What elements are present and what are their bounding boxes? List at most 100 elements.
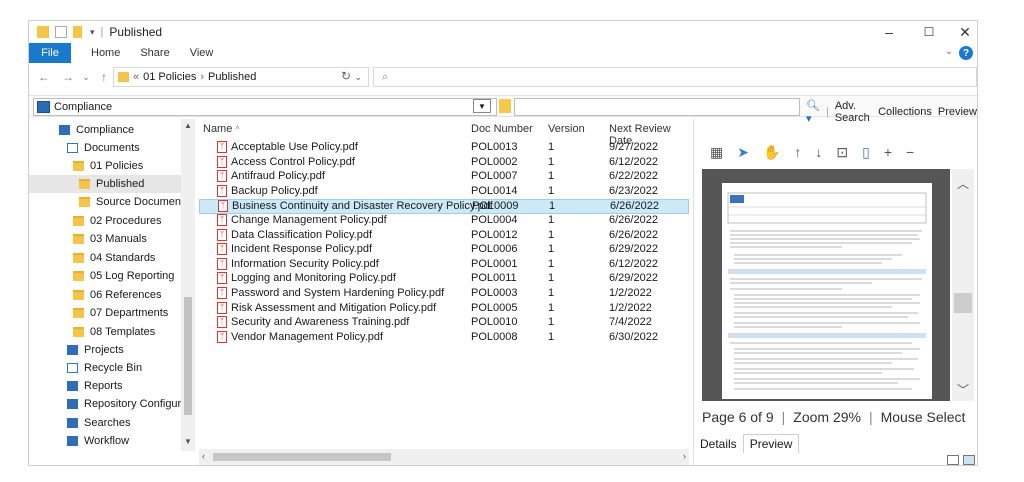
search-input[interactable]: ⌕: [373, 67, 977, 87]
tree-item-repository-configuration[interactable]: Repository Configuration: [29, 395, 195, 413]
window-title: Published: [109, 25, 163, 39]
tree-item-searches[interactable]: Searches: [29, 414, 181, 432]
document-preview[interactable]: [702, 169, 950, 401]
location-dropdown-button[interactable]: ▼: [473, 99, 491, 113]
scroll-down-icon[interactable]: ▼: [184, 437, 192, 446]
select-pointer-icon[interactable]: ➤: [737, 144, 749, 161]
preview-button[interactable]: Preview: [938, 106, 977, 118]
documents-icon: [67, 143, 78, 153]
tree-item-workflow[interactable]: Workflow: [29, 432, 181, 450]
tree-item-08-templates[interactable]: 08 Templates: [29, 323, 181, 341]
scrollbar-thumb[interactable]: [954, 293, 972, 313]
tree-item-reports[interactable]: Reports: [29, 377, 181, 395]
tree-item-recycle-bin[interactable]: Recycle Bin: [29, 359, 181, 377]
file-row[interactable]: ᛉ Vendor Management Policy.pdf POL0008 1 6/3…: [199, 330, 689, 346]
preview-scrollbar[interactable]: ︿ ﹀: [952, 169, 974, 401]
breadcrumb-chevron-icon: ›: [200, 71, 204, 83]
properties-icon[interactable]: [55, 26, 67, 38]
nav-pane-scrollbar[interactable]: ▲ ▼: [181, 119, 195, 451]
tree-item-06-references[interactable]: 06 References: [29, 286, 181, 304]
preview-pane: ▦ ➤ ✋ ↑ ↓ ⊡ ▯ + − ︿ ﹀ Page 6 of 9 | Zoom…: [693, 119, 977, 465]
up-icon[interactable]: ↑: [95, 70, 113, 84]
details-view-icon[interactable]: [947, 455, 959, 465]
explorer-window: ▾ | Published – ☐ ✕ File Home Share View…: [28, 20, 978, 466]
recent-locations-icon[interactable]: ⌄: [77, 72, 95, 83]
pan-hand-icon[interactable]: ✋: [763, 144, 780, 161]
scroll-up-icon[interactable]: ▲: [184, 121, 192, 130]
file-row[interactable]: ᛉ Data Classification Policy.pdf POL0012 1 6…: [199, 228, 689, 244]
repository-toolbar: Compliance ▼ 🔍︎▾ | Adv. Search Collectio…: [29, 95, 977, 125]
address-bar[interactable]: « 01 Policies › Published ⌄: [113, 67, 369, 87]
scroll-down-icon[interactable]: ﹀: [957, 381, 969, 398]
location-combo[interactable]: Compliance: [33, 98, 497, 116]
recycle-bin-icon: [67, 363, 78, 373]
tree-item-source-documents[interactable]: Source Documents: [29, 193, 190, 211]
file-row-selected[interactable]: ᛉ Business Continuity and Disaster Recove…: [199, 199, 689, 214]
tab-details[interactable]: Details: [694, 435, 743, 453]
refresh-icon[interactable]: ↻: [341, 69, 351, 83]
collections-button[interactable]: Collections: [878, 106, 932, 118]
tab-view[interactable]: View: [190, 47, 214, 59]
tab-home[interactable]: Home: [91, 47, 120, 59]
file-row[interactable]: ᛉ Change Management Policy.pdf POL0004 1 6/2…: [199, 214, 689, 229]
folder-icon: [118, 72, 129, 82]
breadcrumb-overflow[interactable]: «: [133, 71, 139, 83]
column-header-doc-number[interactable]: Doc Number: [471, 123, 533, 139]
file-row[interactable]: ᛉ Risk Assessment and Mitigation Policy.p…: [199, 301, 689, 317]
page-view-icon[interactable]: ▯: [862, 144, 870, 161]
file-row[interactable]: ᛉ Acceptable Use Policy.pdf POL0013 1 9/27/2…: [199, 141, 689, 156]
new-folder-icon[interactable]: [73, 26, 82, 38]
tree-item-03-manuals[interactable]: 03 Manuals: [29, 230, 181, 248]
scroll-up-icon[interactable]: ︿: [957, 175, 969, 192]
toolbar-divider: |: [825, 106, 829, 118]
column-header-name[interactable]: Name ^: [203, 123, 240, 139]
file-row[interactable]: ᛉ Access Control Policy.pdf POL0002 1 6/12/2…: [199, 155, 689, 171]
tree-item-02-procedures[interactable]: 02 Procedures: [29, 212, 181, 230]
tree-item-04-standards[interactable]: 04 Standards: [29, 249, 181, 267]
back-icon[interactable]: ←: [35, 70, 53, 84]
file-row[interactable]: ᛉ Backup Policy.pdf POL0014 1 6/23/2022: [199, 184, 689, 200]
filter-input[interactable]: [514, 98, 800, 116]
next-page-icon[interactable]: ↓: [815, 144, 822, 160]
zoom-in-icon[interactable]: +: [884, 144, 892, 160]
tree-item-projects[interactable]: Projects: [29, 341, 181, 359]
address-dropdown-icon[interactable]: ⌄: [354, 72, 362, 83]
file-row[interactable]: ᛉ Logging and Monitoring Policy.pdf POL001…: [199, 272, 689, 287]
large-icons-view-icon[interactable]: [963, 455, 975, 465]
tab-preview[interactable]: Preview: [742, 434, 800, 453]
tree-item-01-policies[interactable]: 01 Policies: [29, 157, 181, 175]
forward-icon[interactable]: →: [59, 70, 77, 84]
tree-item-07-departments[interactable]: 07 Departments: [29, 304, 181, 322]
tab-share[interactable]: Share: [140, 47, 169, 59]
tree-item-compliance[interactable]: Compliance: [29, 121, 181, 139]
file-row[interactable]: ᛉ Incident Response Policy.pdf POL0006 1 6/2…: [199, 243, 689, 258]
minimize-button[interactable]: –: [869, 21, 909, 43]
pdf-icon: ᛉ: [217, 155, 227, 168]
workflow-icon: [67, 436, 78, 446]
tree-item-documents[interactable]: Documents: [29, 139, 181, 157]
maximize-button[interactable]: ☐: [909, 21, 949, 43]
file-row[interactable]: ᛉ Information Security Policy.pdf POL0001 1…: [199, 257, 689, 273]
scrollbar-thumb[interactable]: [184, 297, 192, 415]
help-icon[interactable]: ?: [959, 46, 973, 60]
search-icon: ⌕: [382, 70, 389, 83]
tab-file[interactable]: File: [29, 43, 71, 63]
breadcrumb-published[interactable]: Published: [208, 71, 256, 83]
expand-ribbon-icon[interactable]: ⌄: [945, 46, 953, 57]
close-button[interactable]: ✕: [945, 21, 977, 43]
folder-icon[interactable]: [499, 99, 511, 113]
file-row[interactable]: ᛉ Antifraud Policy.pdf POL0007 1 6/22/2022: [199, 170, 689, 185]
tree-item-published[interactable]: Published: [29, 175, 181, 193]
column-header-next-review-date[interactable]: Next Review Date: [609, 123, 689, 147]
file-row[interactable]: ᛉ Password and System Hardening Policy.pd…: [199, 287, 689, 302]
tree-item-05-log-reporting[interactable]: 05 Log Reporting: [29, 267, 181, 285]
breadcrumb-01-policies[interactable]: 01 Policies: [143, 71, 196, 83]
thumbnails-icon[interactable]: ▦: [710, 144, 723, 161]
projects-icon: [67, 345, 78, 355]
previous-page-icon[interactable]: ↑: [794, 144, 801, 160]
zoom-out-icon[interactable]: −: [906, 144, 914, 160]
fit-page-icon[interactable]: ⊡: [836, 144, 848, 161]
customize-qat-icon[interactable]: ▾: [90, 27, 95, 38]
file-row[interactable]: ᛉ Security and Awareness Training.pdf POL0…: [199, 316, 689, 331]
column-header-version[interactable]: Version: [548, 123, 585, 139]
